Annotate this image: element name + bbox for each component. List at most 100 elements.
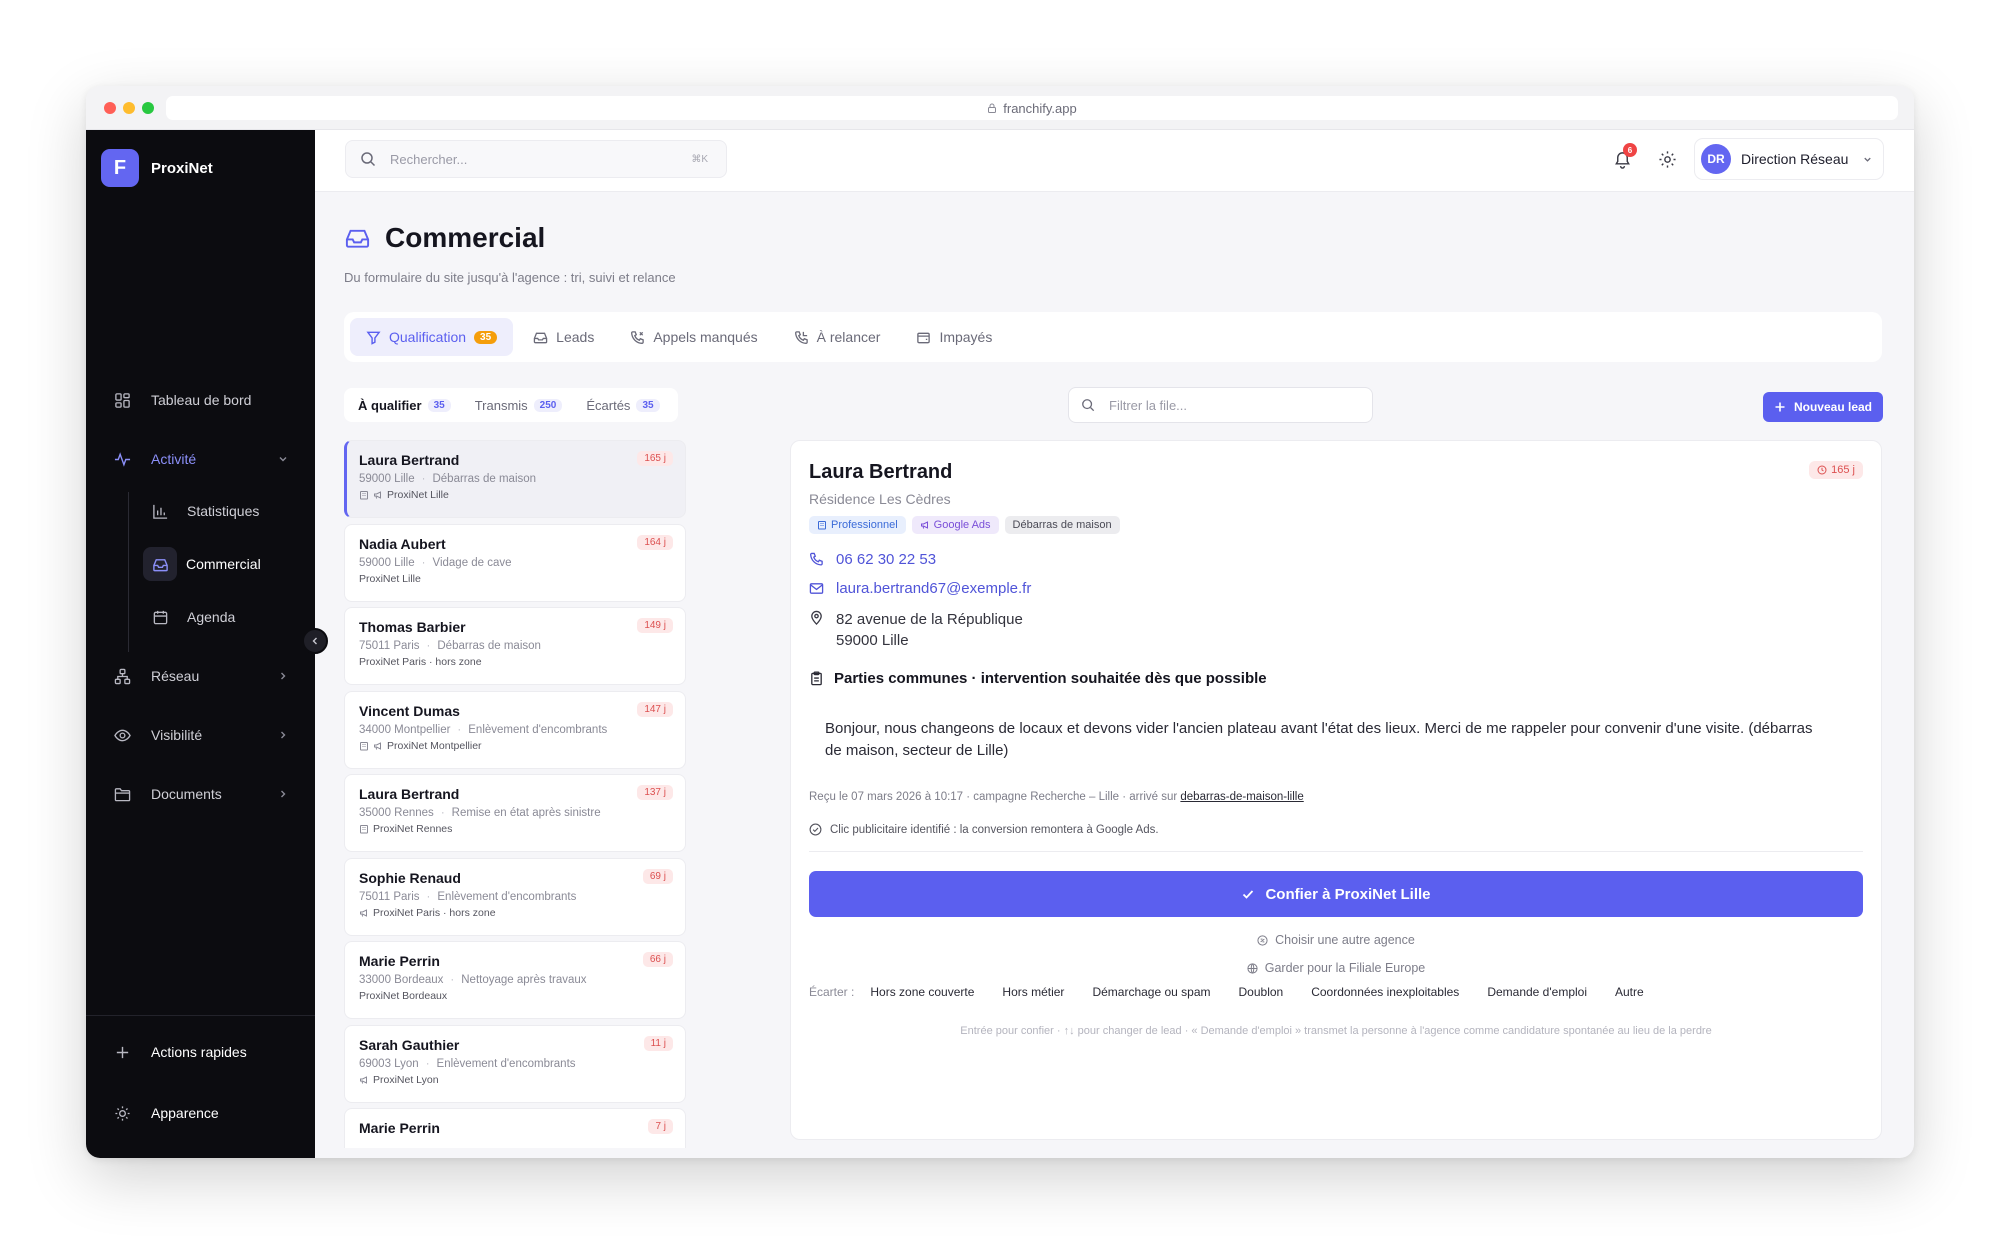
lead-meta: 35000 Rennes · Remise en état après sinist…: [359, 807, 601, 819]
sidebar-item-documents[interactable]: Documents: [100, 774, 301, 814]
close-window-button[interactable]: [104, 102, 116, 114]
minimize-window-button[interactable]: [123, 102, 135, 114]
sidebar-item-agenda[interactable]: Agenda: [142, 598, 301, 636]
request-message: Bonjour, nous changeons de locaux et dev…: [825, 720, 1813, 759]
quick-actions-button[interactable]: Actions rapides: [100, 1032, 301, 1072]
sidebar-item-dashboard[interactable]: Tableau de bord: [100, 380, 301, 420]
check-icon: [1243, 890, 1254, 899]
collapse-sidebar-button[interactable]: [302, 628, 328, 654]
discard-out-of-zone-button[interactable]: Hors zone couverte: [870, 985, 974, 999]
phone-link[interactable]: 06 62 30 22 53: [809, 551, 936, 568]
sun-icon: [115, 1105, 130, 1121]
sidebar-item-network[interactable]: Réseau: [100, 656, 301, 696]
lock-icon: [988, 103, 997, 113]
sidebar-item-commercial[interactable]: Commercial: [142, 545, 301, 583]
maximize-window-button[interactable]: [142, 102, 154, 114]
assign-agency-button[interactable]: Confier à ProxiNet Lille: [809, 871, 1863, 917]
subtab-to-qualify[interactable]: À qualifier 35: [348, 391, 461, 419]
building-icon: [360, 491, 368, 500]
address: 82 avenue de la République 59000 Lille: [809, 609, 1023, 651]
lead-agency: ProxiNet Rennes: [359, 823, 671, 835]
lead-agency-name: ProxiNet Bordeaux: [359, 990, 448, 1002]
discard-bad-contact-button[interactable]: Coordonnées inexploitables: [1311, 985, 1459, 999]
address-bar[interactable]: franchify.app: [166, 96, 1898, 120]
address-lines: 82 avenue de la République 59000 Lille: [836, 609, 1023, 651]
list-item[interactable]: Thomas Barbier 75011 Paris · Débarras de m…: [344, 607, 686, 685]
quick-actions-label: Actions rapides: [151, 1044, 247, 1060]
search-icon: [1082, 399, 1095, 412]
list-item[interactable]: Marie Perrin 33000 Bordeaux · Nettoyage ap…: [344, 941, 686, 1019]
age-badge: 147 j: [637, 702, 673, 717]
notifications-button[interactable]: 6: [1611, 143, 1637, 170]
user-name: Direction Réseau: [1741, 151, 1849, 167]
megaphone-icon: [374, 491, 381, 499]
lead-service: Enlèvement d'encombrants: [436, 1058, 576, 1070]
age-badge: 69 j: [642, 869, 673, 884]
sidebar-item-label: Visibilité: [151, 727, 203, 743]
megaphone-icon: [360, 909, 367, 917]
discard-job-application-button[interactable]: Demande d'emploi: [1487, 985, 1587, 999]
lead-city: 75011 Paris: [359, 891, 420, 903]
tab-qualification[interactable]: Qualification 35: [350, 318, 514, 356]
lead-agency-name: ProxiNet Paris · hors zone: [359, 656, 482, 668]
list-item[interactable]: Laura Bertrand 59000 Lille · Débarras de m…: [344, 440, 686, 518]
email-link[interactable]: laura.bertrand67@exemple.fr: [809, 580, 1031, 597]
settings-button[interactable]: [1656, 148, 1678, 170]
new-lead-label: Nouveau lead: [1793, 400, 1873, 414]
new-lead-button[interactable]: Nouveau lead: [1763, 392, 1883, 422]
lead-agency: ProxiNet Bordeaux: [359, 990, 671, 1002]
subtab-sent[interactable]: Transmis 250: [465, 391, 573, 419]
choose-other-agency-link[interactable]: Choisir une autre agence: [791, 933, 1881, 947]
list-item[interactable]: Vincent Dumas 34000 Montpellier · Enlèveme…: [344, 691, 686, 769]
lead-name: Thomas Barbier: [359, 619, 466, 635]
sidebar-subitem-label: Commercial: [186, 556, 261, 572]
tag-label: Professionnel: [831, 519, 898, 531]
sidebar-item-activity[interactable]: Activité: [100, 439, 301, 479]
list-item[interactable]: Laura Bertrand 35000 Rennes · Remise en ét…: [344, 774, 686, 852]
search-input[interactable]: Rechercher... ⌘K: [345, 140, 727, 178]
lead-name: Vincent Dumas: [359, 703, 460, 719]
discard-duplicate-button[interactable]: Doublon: [1239, 985, 1284, 999]
sidebar-item-statistics[interactable]: Statistiques: [142, 492, 301, 530]
list-item[interactable]: Nadia Aubert 59000 Lille · Vidage de cave …: [344, 524, 686, 602]
lead-agency: ProxiNet Paris · hors zone: [359, 907, 671, 919]
tab-follow-up[interactable]: À relancer: [778, 318, 897, 356]
list-item[interactable]: Sophie Renaud 75011 Paris · Enlèvement d'e…: [344, 858, 686, 936]
list-item[interactable]: Marie Perrin 7 j: [344, 1108, 686, 1148]
chevron-down-icon: [1864, 157, 1872, 162]
wallet-icon: [917, 332, 931, 343]
inbox-icon: [533, 332, 548, 343]
user-menu[interactable]: DR Direction Réseau: [1694, 138, 1884, 180]
lead-service: Débarras de maison: [432, 473, 537, 485]
url-text: franchify.app: [1003, 100, 1077, 116]
discard-out-of-trade-button[interactable]: Hors métier: [1002, 985, 1064, 999]
landing-page-link[interactable]: debarras-de-maison-lille: [1180, 791, 1303, 803]
search-shortcut: ⌘K: [691, 153, 708, 165]
tab-missed-calls[interactable]: Appels manqués: [614, 318, 773, 356]
tab-leads[interactable]: Leads: [517, 318, 610, 356]
choose-other-agency-label: Choisir une autre agence: [1275, 933, 1415, 947]
search-placeholder: Rechercher...: [390, 151, 468, 167]
subtab-discarded[interactable]: Écartés 35: [576, 391, 669, 419]
subtab-count: 250: [533, 398, 563, 412]
tab-unpaid[interactable]: Impayés: [900, 318, 1008, 356]
discard-spam-button[interactable]: Démarchage ou spam: [1092, 985, 1210, 999]
sidebar-divider: [86, 1015, 315, 1016]
plus-icon: [116, 1046, 129, 1058]
queue-filter-input[interactable]: Filtrer la file...: [1068, 387, 1373, 423]
detail-residence: Résidence Les Cèdres: [809, 491, 951, 507]
brand[interactable]: F ProxiNet: [101, 149, 213, 187]
discard-other-button[interactable]: Autre: [1615, 985, 1644, 999]
lead-agency-name: ProxiNet Rennes: [373, 823, 453, 835]
lead-name: Laura Bertrand: [359, 452, 460, 468]
list-item[interactable]: Sarah Gauthier 69003 Lyon · Enlèvement d'e…: [344, 1025, 686, 1103]
tag-source: Google Ads: [911, 516, 999, 534]
appearance-button[interactable]: Apparence: [100, 1093, 301, 1133]
detail-tags: Professionnel Google Ads Débarras de mai…: [809, 516, 1120, 534]
dashboard-icon: [115, 392, 130, 408]
assign-agency-label: Confier à ProxiNet Lille: [1265, 885, 1431, 903]
calendar-icon: [153, 610, 168, 624]
sidebar-item-visibility[interactable]: Visibilité: [100, 715, 301, 755]
keep-for-subsidiary-link[interactable]: Garder pour la Filiale Europe: [791, 961, 1881, 975]
submenu-guide-line: [128, 492, 129, 652]
